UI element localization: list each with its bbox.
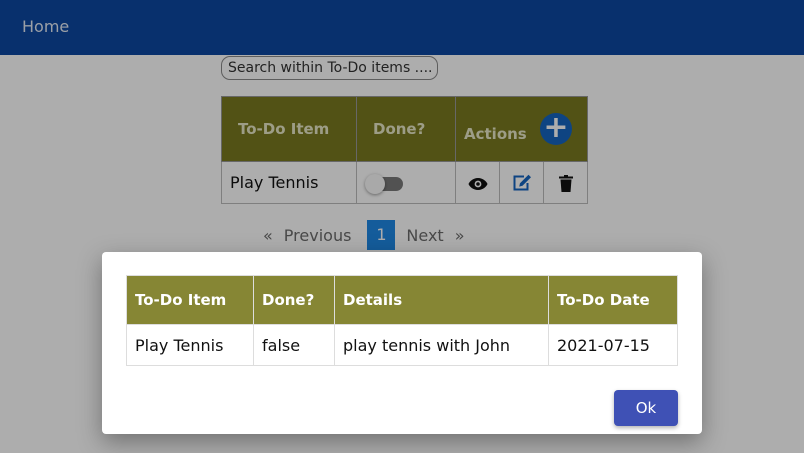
details-header-date: To-Do Date (548, 275, 678, 325)
ok-button[interactable]: Ok (614, 390, 678, 426)
table-row: Play Tennis false play tennis with John … (126, 324, 678, 366)
details-date-cell: 2021-07-15 (548, 324, 678, 366)
details-dialog: To-Do Item Done? Details To-Do Date Play… (102, 252, 702, 434)
details-header-details: Details (334, 275, 549, 325)
details-done-cell: false (253, 324, 335, 366)
details-header-done: Done? (253, 275, 335, 325)
details-item-cell: Play Tennis (126, 324, 254, 366)
details-header-row: To-Do Item Done? Details To-Do Date (126, 275, 678, 325)
details-details-cell: play tennis with John (334, 324, 549, 366)
details-header-item: To-Do Item (126, 275, 254, 325)
details-table: To-Do Item Done? Details To-Do Date Play… (126, 275, 678, 366)
